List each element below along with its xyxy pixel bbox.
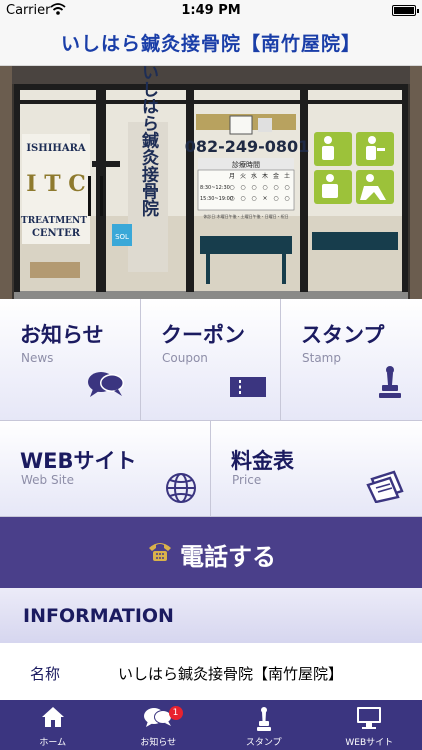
schedule-mark: ○ bbox=[284, 184, 289, 191]
schedule-day: 水 bbox=[251, 172, 257, 180]
price-tile-label: 料金表 bbox=[231, 449, 294, 473]
coupon-tile[interactable]: クーポン Coupon bbox=[141, 299, 281, 421]
schedule-time: 15:30~19:00 bbox=[200, 196, 233, 202]
schedule-mark: ○ bbox=[240, 195, 245, 202]
battery-icon bbox=[392, 5, 419, 16]
status-bar: Carrier 1:49 PM bbox=[0, 0, 422, 22]
call-button[interactable]: 電話する bbox=[0, 517, 422, 588]
stamp-icon bbox=[211, 706, 317, 732]
home-icon bbox=[0, 706, 106, 732]
sign-name: ISHIHARA bbox=[26, 143, 86, 154]
tab-bar: ホーム 1 お知らせ スタンプ WEBサイト bbox=[0, 700, 422, 750]
sign-sub2: CENTER bbox=[32, 228, 81, 239]
tab-website-label: WEBサイト bbox=[345, 738, 394, 748]
schedule-mark: ○ bbox=[229, 184, 234, 191]
tab-stamp[interactable]: スタンプ bbox=[211, 700, 317, 750]
schedule-day: 木 bbox=[262, 172, 268, 180]
globe-icon bbox=[165, 472, 197, 508]
sign-sub1: TREATMENT bbox=[21, 216, 87, 226]
sale-sign: SOL bbox=[115, 233, 129, 241]
news-tile-label: お知らせ bbox=[20, 323, 104, 347]
stamp-tile-sublabel: Stamp bbox=[302, 351, 341, 365]
vertical-sign-text: いしはら鍼灸接骨院 bbox=[138, 66, 159, 217]
price-tile[interactable]: 料金表 Price bbox=[211, 421, 422, 517]
page-title: いしはら鍼灸接骨院【南竹屋院】 bbox=[60, 33, 361, 55]
ticket-icon bbox=[230, 377, 266, 401]
information-header: INFORMATION bbox=[0, 588, 422, 643]
schedule-mark: ○ bbox=[262, 184, 267, 191]
call-button-label: 電話する bbox=[180, 543, 276, 571]
coupon-tile-sublabel: Coupon bbox=[162, 351, 208, 365]
coupon-tile-label: クーポン bbox=[161, 323, 245, 347]
schedule-day: 金 bbox=[273, 172, 279, 180]
sign-letters: I T C bbox=[26, 171, 86, 197]
notification-badge: 1 bbox=[168, 706, 183, 720]
website-tile-sublabel: Web Site bbox=[21, 473, 75, 487]
price-list-icon bbox=[366, 469, 406, 507]
tab-website[interactable]: WEBサイト bbox=[317, 700, 422, 750]
information-title: INFORMATION bbox=[23, 605, 174, 627]
stamp-tile[interactable]: スタンプ Stamp bbox=[281, 299, 422, 421]
news-tile-sublabel: News bbox=[21, 351, 54, 365]
schedule-mark: ○ bbox=[284, 195, 289, 202]
schedule-mark: ○ bbox=[251, 184, 256, 191]
schedule-day: 月 bbox=[229, 173, 235, 180]
schedule-mark: ○ bbox=[273, 195, 278, 202]
phone-icon bbox=[147, 540, 173, 566]
schedule-mark: ○ bbox=[273, 184, 278, 191]
info-key: 名称 bbox=[30, 665, 61, 683]
schedule-mark: ○ bbox=[251, 195, 256, 202]
tab-home[interactable]: ホーム bbox=[0, 700, 106, 750]
monitor-icon bbox=[317, 706, 422, 732]
tab-news[interactable]: 1 お知らせ bbox=[106, 700, 212, 750]
stamp-icon bbox=[378, 365, 402, 403]
info-value: いしはら鍼灸接骨院【南竹屋院】 bbox=[118, 665, 344, 683]
schedule-mark: ○ bbox=[240, 184, 245, 191]
schedule-mark: ○ bbox=[229, 195, 234, 202]
tab-news-label: お知らせ bbox=[140, 738, 177, 748]
schedule-note: 休診日:木曜日午後・土曜日午後・日曜日・祝日 bbox=[203, 213, 288, 219]
chat-bubbles-icon bbox=[87, 369, 125, 403]
schedule-title: 診療時間 bbox=[232, 160, 260, 169]
schedule-day: 火 bbox=[240, 173, 246, 180]
info-row-name: 名称 いしはら鍼灸接骨院【南竹屋院】 bbox=[0, 643, 422, 700]
website-tile-label: WEBサイト bbox=[20, 449, 137, 473]
stamp-tile-label: スタンプ bbox=[301, 323, 385, 347]
schedule-day: 土 bbox=[284, 172, 290, 180]
tab-home-label: ホーム bbox=[39, 738, 67, 748]
phone-number-sign: 082-249-0801 bbox=[185, 137, 310, 156]
storefront-photo: ISHIHARA I T C TREATMENT CENTER いしはら鍼灸接骨… bbox=[0, 66, 422, 299]
tab-stamp-label: スタンプ bbox=[245, 738, 282, 748]
status-time: 1:49 PM bbox=[181, 3, 241, 18]
nav-bar: いしはら鍼灸接骨院【南竹屋院】 bbox=[0, 22, 422, 66]
chat-bubbles-icon bbox=[106, 706, 212, 732]
schedule-time: 8:30~12:30 bbox=[200, 185, 230, 191]
news-tile[interactable]: お知らせ News bbox=[0, 299, 141, 421]
price-tile-sublabel: Price bbox=[232, 473, 262, 487]
website-tile[interactable]: WEBサイト Web Site bbox=[0, 421, 211, 517]
schedule-mark: × bbox=[262, 195, 267, 202]
